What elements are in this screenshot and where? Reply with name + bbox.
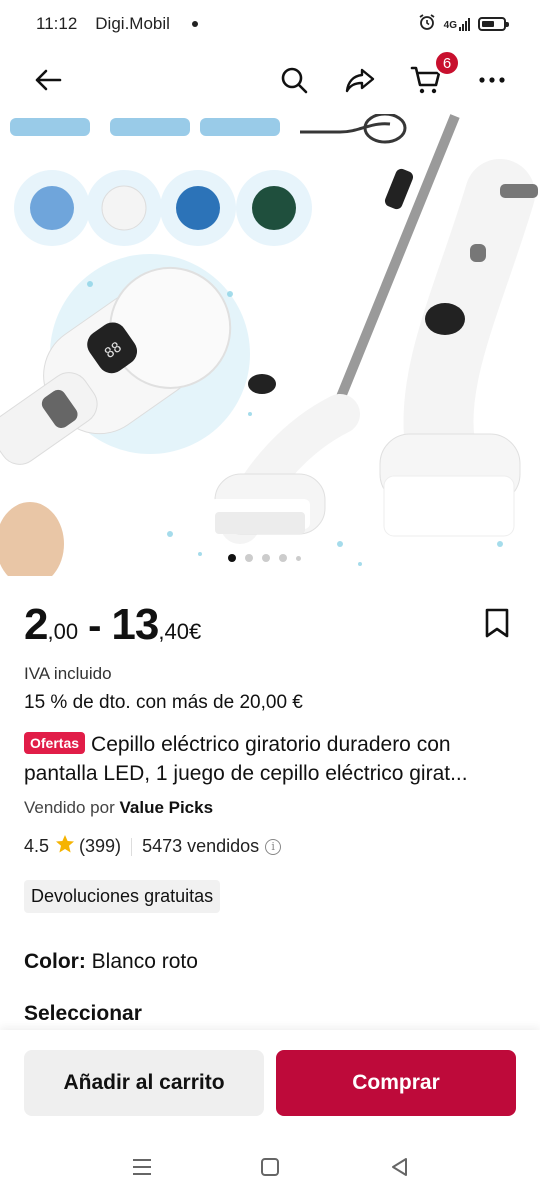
home-icon[interactable]: [256, 1154, 284, 1180]
discount-note: 15 % de dto. con más de 20,00 €: [24, 692, 303, 713]
price-from-integer: 2: [24, 600, 49, 649]
top-nav: 6: [0, 48, 540, 112]
color-selector[interactable]: Color: Blanco roto: [24, 950, 198, 974]
carousel-dot[interactable]: [279, 554, 287, 562]
rating-value: 4.5: [24, 836, 50, 856]
bottom-action-bar: Añadir al carrito Comprar: [0, 1030, 540, 1134]
seller-name: Value Picks: [119, 798, 214, 817]
carousel-dot[interactable]: [296, 555, 301, 561]
tax-note: IVA incluido: [24, 664, 112, 683]
select-heading[interactable]: Seleccionar: [24, 1002, 142, 1026]
buy-button[interactable]: Comprar: [276, 1050, 516, 1116]
status-carrier: Digi.Mobil: [95, 14, 170, 33]
product-title-text: Cepillo eléctrico giratorio duradero con…: [24, 733, 468, 785]
cart-count-badge: 6: [434, 50, 460, 76]
alarm-icon: [418, 13, 436, 36]
price-to-integer: 13: [111, 600, 159, 649]
network-type: 4G: [443, 19, 457, 31]
notification-dot-icon: [191, 21, 198, 27]
review-count: (399): [79, 836, 122, 856]
price-to-decimal: ,40€: [158, 619, 202, 644]
color-value: Blanco roto: [91, 950, 198, 973]
carousel-dot[interactable]: [228, 554, 236, 562]
product-image[interactable]: 88: [0, 114, 540, 576]
info-icon[interactable]: i: [265, 838, 282, 855]
status-time: 11:12: [36, 14, 78, 33]
divider: [131, 837, 133, 856]
price-from-decimal: ,00: [47, 619, 79, 644]
carousel-dots[interactable]: [228, 554, 301, 562]
sold-count: 5473 vendidos: [142, 836, 260, 856]
battery-icon: [478, 17, 509, 31]
color-label: Color:: [24, 950, 86, 973]
carousel-dot[interactable]: [245, 554, 253, 562]
back-icon[interactable]: [386, 1154, 414, 1180]
share-icon[interactable]: [340, 60, 380, 100]
price-separator: -: [88, 604, 102, 648]
seller-prefix: Vendido por: [24, 798, 115, 817]
star-icon: [55, 834, 75, 859]
system-nav-bar: [0, 1134, 540, 1200]
rating-row[interactable]: 4.5 (399) 5473 vendidos i: [24, 834, 282, 859]
more-icon[interactable]: [472, 60, 512, 100]
bookmark-icon[interactable]: [484, 608, 516, 642]
seller-info[interactable]: Vendido por Value Picks: [24, 798, 213, 818]
price-range: 2 ,00 - 13 ,40€: [24, 600, 201, 650]
back-arrow-icon[interactable]: [28, 60, 68, 100]
signal-icon: 4G: [443, 17, 470, 31]
carousel-dot[interactable]: [262, 554, 270, 562]
cart-icon[interactable]: 6: [406, 50, 460, 100]
status-bar: 11:12 Digi.Mobil 4G: [0, 0, 540, 48]
offers-badge: Ofertas: [24, 732, 86, 754]
search-icon[interactable]: [274, 60, 314, 100]
status-icons: 4G: [418, 13, 509, 36]
add-to-cart-button[interactable]: Añadir al carrito: [24, 1050, 264, 1116]
menu-icon[interactable]: [128, 1154, 156, 1180]
product-title[interactable]: Ofertas Cepillo eléctrico giratorio durad…: [24, 730, 524, 788]
free-returns-chip[interactable]: Devoluciones gratuitas: [24, 880, 221, 913]
